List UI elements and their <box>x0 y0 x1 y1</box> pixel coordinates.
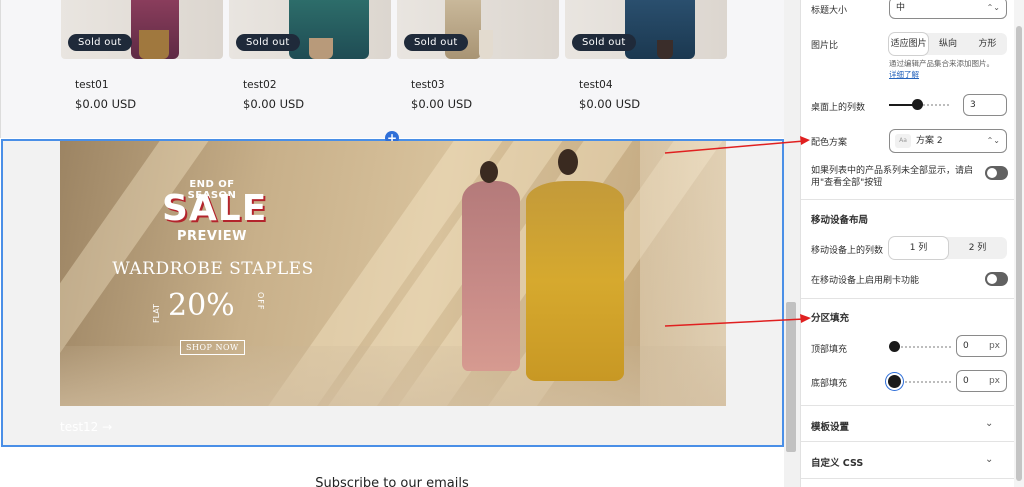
product-card[interactable]: Sold out test04 $0.00 USD <box>565 0 727 111</box>
desktop-columns-value: 3 <box>970 100 976 110</box>
template-settings-accordion[interactable]: 模板设置 <box>811 419 849 433</box>
sold-out-badge: Sold out <box>572 34 636 51</box>
product-title[interactable]: test04 <box>579 79 613 91</box>
divider <box>801 199 1014 200</box>
image-ratio-option-portrait[interactable]: 纵向 <box>928 33 967 55</box>
color-scheme-select[interactable]: Aa 方案 2 ⌃⌄ <box>889 129 1007 153</box>
chevron-down-icon[interactable]: ⌄ <box>985 454 993 465</box>
product-price: $0.00 USD <box>411 97 473 111</box>
desktop-columns-input[interactable]: 3 <box>963 94 1007 116</box>
sold-out-badge: Sold out <box>68 34 132 51</box>
product-title[interactable]: test03 <box>411 79 445 91</box>
desktop-columns-label: 桌面上的列数 <box>811 103 866 113</box>
product-card[interactable]: Sold out test03 $0.00 USD <box>397 0 559 111</box>
top-padding-unit: px <box>988 341 1000 351</box>
mobile-columns-label: 移动设备上的列数 <box>811 246 884 256</box>
mobile-columns-option-2[interactable]: 2 列 <box>948 237 1007 259</box>
learn-more-link[interactable]: 详细了解 <box>889 70 919 79</box>
model-head <box>480 161 498 183</box>
preview-scroll-thumb[interactable] <box>786 302 796 452</box>
desktop-columns-slider-thumb[interactable] <box>912 99 923 110</box>
top-padding-slider-thumb[interactable] <box>889 341 900 352</box>
product-price: $0.00 USD <box>579 97 641 111</box>
image-ratio-segmented[interactable]: 适应图片 纵向 方形 <box>889 33 1007 55</box>
banner-sale-text: SALE <box>162 188 268 229</box>
custom-css-accordion[interactable]: 自定义 CSS <box>811 455 863 469</box>
product-price: $0.00 USD <box>75 97 137 111</box>
banner-preview-text: PREVIEW <box>176 229 248 244</box>
subscribe-heading: Subscribe to our emails <box>315 476 469 487</box>
view-all-label: 如果列表中的产品系列未全部显示，请启用"查看全部"按钮 <box>811 166 974 188</box>
product-price: $0.00 USD <box>243 97 305 111</box>
image-ratio-hint: 通过编辑产品集合来添加图片。 详细了解 <box>889 58 1007 80</box>
image-ratio-option-square[interactable]: 方形 <box>968 33 1007 55</box>
mobile-swipe-toggle[interactable] <box>985 272 1008 286</box>
sold-out-badge: Sold out <box>404 34 468 51</box>
image-ratio-hint-text: 通过编辑产品集合来添加图片。 <box>889 59 994 68</box>
banner-percent: 20% <box>168 288 235 323</box>
banner-flat-text: FLAT <box>152 304 161 323</box>
collection-link[interactable]: test12 → <box>60 420 112 434</box>
collection-banner-image[interactable]: END OF SEASON SALE PREVIEW WARDROBE STAP… <box>60 141 726 406</box>
banner-headline: WARDROBE STAPLES <box>112 259 314 279</box>
title-size-label: 标题大小 <box>811 6 848 16</box>
bottom-padding-unit: px <box>988 376 1000 386</box>
model-figure <box>462 181 520 371</box>
product-card[interactable]: Sold out test01 $0.00 USD <box>61 0 223 111</box>
banner-shop-now: SHOP NOW <box>180 340 245 355</box>
product-collection-section[interactable]: Sold out test01 $0.00 USD Sold out test0… <box>0 0 784 138</box>
chevron-updown-icon: ⌃⌄ <box>986 3 1000 12</box>
product-card[interactable]: Sold out test02 $0.00 USD <box>229 0 391 111</box>
color-scheme-label: 配色方案 <box>811 138 848 148</box>
bottom-padding-slider-thumb[interactable] <box>888 375 901 388</box>
divider <box>801 405 1014 406</box>
editor-screen: Sold out test01 $0.00 USD Sold out test0… <box>0 0 1024 487</box>
divider <box>801 478 1014 479</box>
product-title[interactable]: test02 <box>243 79 277 91</box>
mobile-swipe-label: 在移动设备上启用刷卡功能 <box>811 276 920 286</box>
mobile-columns-option-1[interactable]: 1 列 <box>889 237 948 259</box>
divider <box>801 298 1014 299</box>
view-all-toggle[interactable] <box>985 166 1008 180</box>
store-preview: Sold out test01 $0.00 USD Sold out test0… <box>0 0 800 487</box>
top-padding-value: 0 <box>963 341 969 351</box>
chevron-down-icon[interactable]: ⌄ <box>985 418 993 429</box>
title-size-value: 中 <box>896 3 906 13</box>
image-ratio-label: 图片比 <box>811 41 839 51</box>
divider <box>801 441 1014 442</box>
mobile-columns-segmented[interactable]: 1 列 2 列 <box>889 237 1007 259</box>
model-figure <box>526 181 624 381</box>
title-size-select[interactable]: 中 ⌃⌄ <box>889 0 1007 19</box>
top-padding-input[interactable]: 0 px <box>956 335 1007 357</box>
image-ratio-option-adapt[interactable]: 适应图片 <box>889 33 929 55</box>
model-head <box>558 149 578 175</box>
top-padding-label: 顶部填充 <box>811 345 848 355</box>
color-scheme-value: 方案 2 <box>916 136 943 146</box>
chevron-updown-icon: ⌃⌄ <box>986 136 1000 145</box>
product-title[interactable]: test01 <box>75 79 109 91</box>
section-padding-heading: 分区填充 <box>811 313 850 324</box>
color-swatch-icon: Aa <box>895 134 911 148</box>
settings-scroll-thumb[interactable] <box>1016 26 1022 481</box>
bottom-padding-label: 底部填充 <box>811 379 848 389</box>
bottom-padding-input[interactable]: 0 px <box>956 370 1007 392</box>
settings-scrollbar[interactable] <box>1014 0 1024 487</box>
bottom-padding-value: 0 <box>963 376 969 386</box>
sold-out-badge: Sold out <box>236 34 300 51</box>
mobile-layout-heading: 移动设备布局 <box>811 215 869 226</box>
banner-off-text: OFF <box>256 292 265 311</box>
